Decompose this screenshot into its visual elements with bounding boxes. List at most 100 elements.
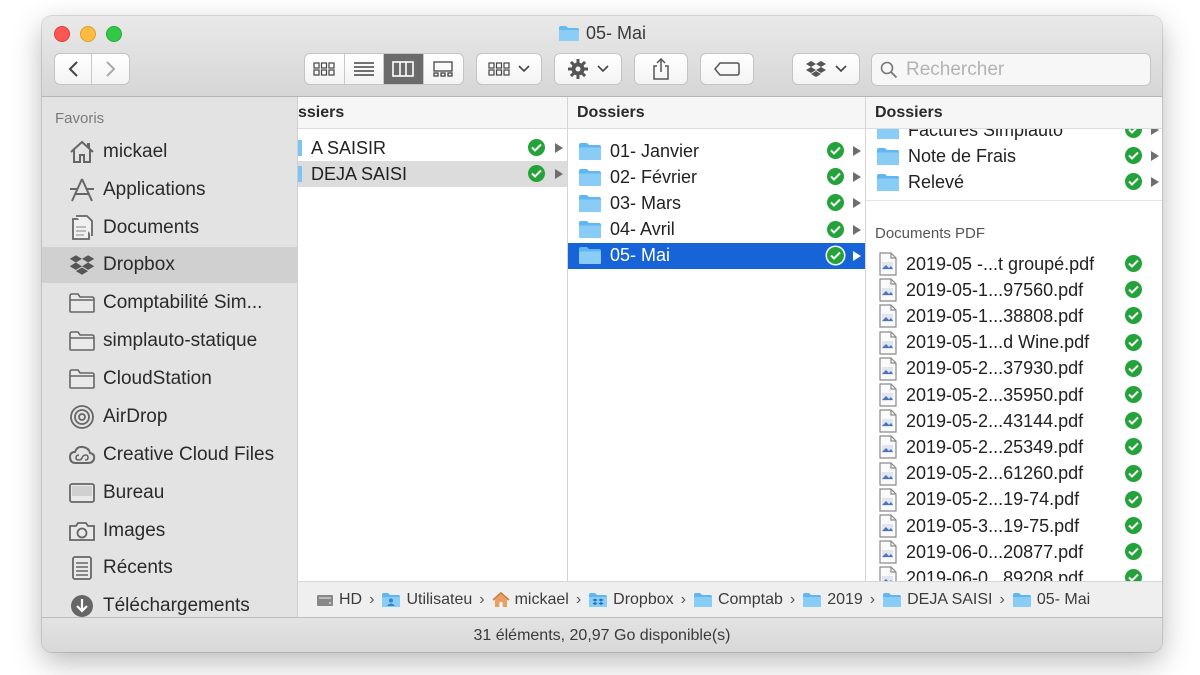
search-field[interactable] [871, 53, 1151, 86]
toolbar: 05- Mai [42, 16, 1162, 97]
sync-check-icon [827, 142, 844, 159]
group-by-button[interactable] [476, 53, 542, 85]
sidebar-item-bureau[interactable]: Bureau [42, 475, 297, 511]
folder-icon [578, 246, 602, 265]
users-folder-icon [381, 592, 401, 608]
disclosure-arrow-icon [853, 172, 861, 183]
breadcrumb-item[interactable]: mickael › [492, 591, 589, 609]
list-item[interactable]: Note de Frais [866, 143, 1162, 169]
sidebar-item-cloudstation[interactable]: CloudStation [42, 361, 297, 397]
list-view-icon [353, 62, 374, 76]
share-button[interactable] [634, 53, 688, 85]
file-item[interactable]: 2019-05-2...61260.pdf [866, 461, 1162, 487]
sidebar-item-applications[interactable]: Applications [42, 172, 297, 208]
sidebar-item-label: Récents [103, 557, 173, 578]
sidebar-item-mickael[interactable]: mickael [42, 134, 297, 170]
disclosure-arrow-icon [853, 250, 861, 261]
sidebar-item-creative-cloud[interactable]: Creative Cloud Files [42, 437, 297, 473]
sidebar-item-comptabilite[interactable]: Comptabilité Sim... [42, 285, 297, 321]
pdf-file-icon [878, 488, 898, 512]
pdf-file-icon [878, 540, 898, 564]
sidebar-item-label: Images [103, 520, 166, 541]
sidebar-item-recents[interactable]: Récents [42, 550, 297, 586]
folder-icon [578, 194, 602, 213]
sidebar-item-documents[interactable]: Documents [42, 210, 297, 246]
item-name: DEJA SAISI [311, 163, 408, 184]
folder-icon [298, 140, 302, 156]
list-item[interactable]: A SAISIR [298, 135, 567, 161]
icon-view-button[interactable] [305, 54, 345, 84]
dropbox-menu-button[interactable] [792, 53, 860, 85]
pdf-file-icon [878, 252, 898, 276]
file-item[interactable]: 2019-05-1...97560.pdf [866, 277, 1162, 303]
sidebar-item-airdrop[interactable]: AirDrop [42, 399, 297, 435]
tag-icon [714, 62, 740, 76]
list-item[interactable]: Relevé [866, 169, 1162, 195]
file-item[interactable]: 2019-06-0...20877.pdf [866, 539, 1162, 565]
file-item[interactable]: 2019-05-1...38808.pdf [866, 303, 1162, 329]
sidebar-item-simplauto-statique[interactable]: simplauto-statique [42, 323, 297, 359]
chevron-down-icon [597, 65, 609, 73]
item-name: 05- Mai [610, 245, 671, 266]
applications-icon [66, 175, 98, 205]
folder-icon [693, 592, 713, 608]
file-item[interactable]: 2019-05-2...35950.pdf [866, 382, 1162, 408]
breadcrumb-separator: › [369, 590, 375, 608]
file-item[interactable]: 2019-05-1...d Wine.pdf [866, 330, 1162, 356]
item-name: 2019-05-1...38808.pdf [906, 305, 1084, 326]
breadcrumb-item[interactable]: Dropbox › [588, 591, 693, 609]
item-name: 2019-05-2...61260.pdf [906, 463, 1084, 484]
file-item[interactable]: 2019-05-2...37930.pdf [866, 356, 1162, 382]
sync-check-icon [1125, 569, 1142, 581]
breadcrumb-item[interactable]: DEJA SAISI › [882, 591, 1012, 609]
file-item[interactable]: 2019-05-3...19-75.pdf [866, 513, 1162, 539]
sidebar-item-images[interactable]: Images [42, 513, 297, 549]
file-item[interactable]: 2019-05 -...t groupé.pdf [866, 251, 1162, 277]
breadcrumb-item[interactable]: Utilisateu › [381, 591, 491, 609]
action-menu-button[interactable] [554, 53, 622, 85]
sidebar-item-label: Téléchargements [103, 595, 250, 616]
group-icon [488, 62, 510, 76]
list-item[interactable]: 02- Février [568, 164, 865, 190]
tag-button[interactable] [700, 53, 754, 85]
airdrop-icon [66, 402, 98, 432]
sync-check-icon [1125, 386, 1142, 403]
list-item[interactable]: DEJA SAISI [298, 161, 567, 187]
list-view-button[interactable] [345, 54, 384, 84]
breadcrumb-label: DEJA SAISI [907, 590, 993, 608]
file-item[interactable]: 2019-05-2...43144.pdf [866, 408, 1162, 434]
file-item[interactable]: 2019-05-2...19-74.pdf [866, 487, 1162, 513]
breadcrumb-item[interactable]: Comptab › [693, 591, 802, 609]
list-item[interactable]: 05- Mai [568, 242, 865, 269]
breadcrumb-item[interactable]: 05- Mai [1012, 591, 1090, 609]
file-item[interactable]: 2019-06-0...89208.pdf [866, 565, 1162, 581]
list-item[interactable]: 01- Janvier [568, 138, 865, 164]
finder-window: 05- Mai Rechercher Favoris mickael Appli… [42, 16, 1162, 652]
list-item[interactable]: 03- Mars [568, 190, 865, 216]
chevron-left-icon [68, 61, 78, 77]
sync-check-icon [1125, 464, 1142, 482]
item-name: 2019-06-0...89208.pdf [906, 567, 1084, 581]
folder-icon [298, 166, 302, 182]
list-item[interactable]: 04- Avril [568, 217, 865, 243]
column-view-button[interactable] [384, 54, 424, 84]
file-item[interactable]: 2019-05-2...25349.pdf [866, 434, 1162, 460]
breadcrumb-item[interactable]: HD › [316, 591, 381, 609]
forward-button[interactable] [92, 54, 129, 84]
breadcrumb-label: mickael [514, 590, 569, 608]
breadcrumb-label: Comptab [717, 590, 783, 608]
sync-check-icon [1125, 307, 1142, 325]
pdf-file-icon [878, 304, 898, 328]
breadcrumb-item[interactable]: 2019 › [802, 591, 882, 609]
sidebar-item-label: Comptabilité Sim... [103, 292, 263, 313]
gallery-view-button[interactable] [424, 54, 463, 84]
search-input[interactable] [904, 57, 1148, 82]
sync-check-icon [827, 220, 844, 238]
item-name: A SAISIR [311, 137, 387, 158]
item-name: 2019-05-1...97560.pdf [906, 279, 1084, 300]
sidebar-item-dropbox[interactable]: Dropbox [42, 247, 297, 283]
back-button[interactable] [55, 54, 92, 84]
folder-icon [882, 592, 902, 608]
sidebar-item-label: AirDrop [103, 406, 168, 427]
view-mode-control [304, 53, 464, 85]
